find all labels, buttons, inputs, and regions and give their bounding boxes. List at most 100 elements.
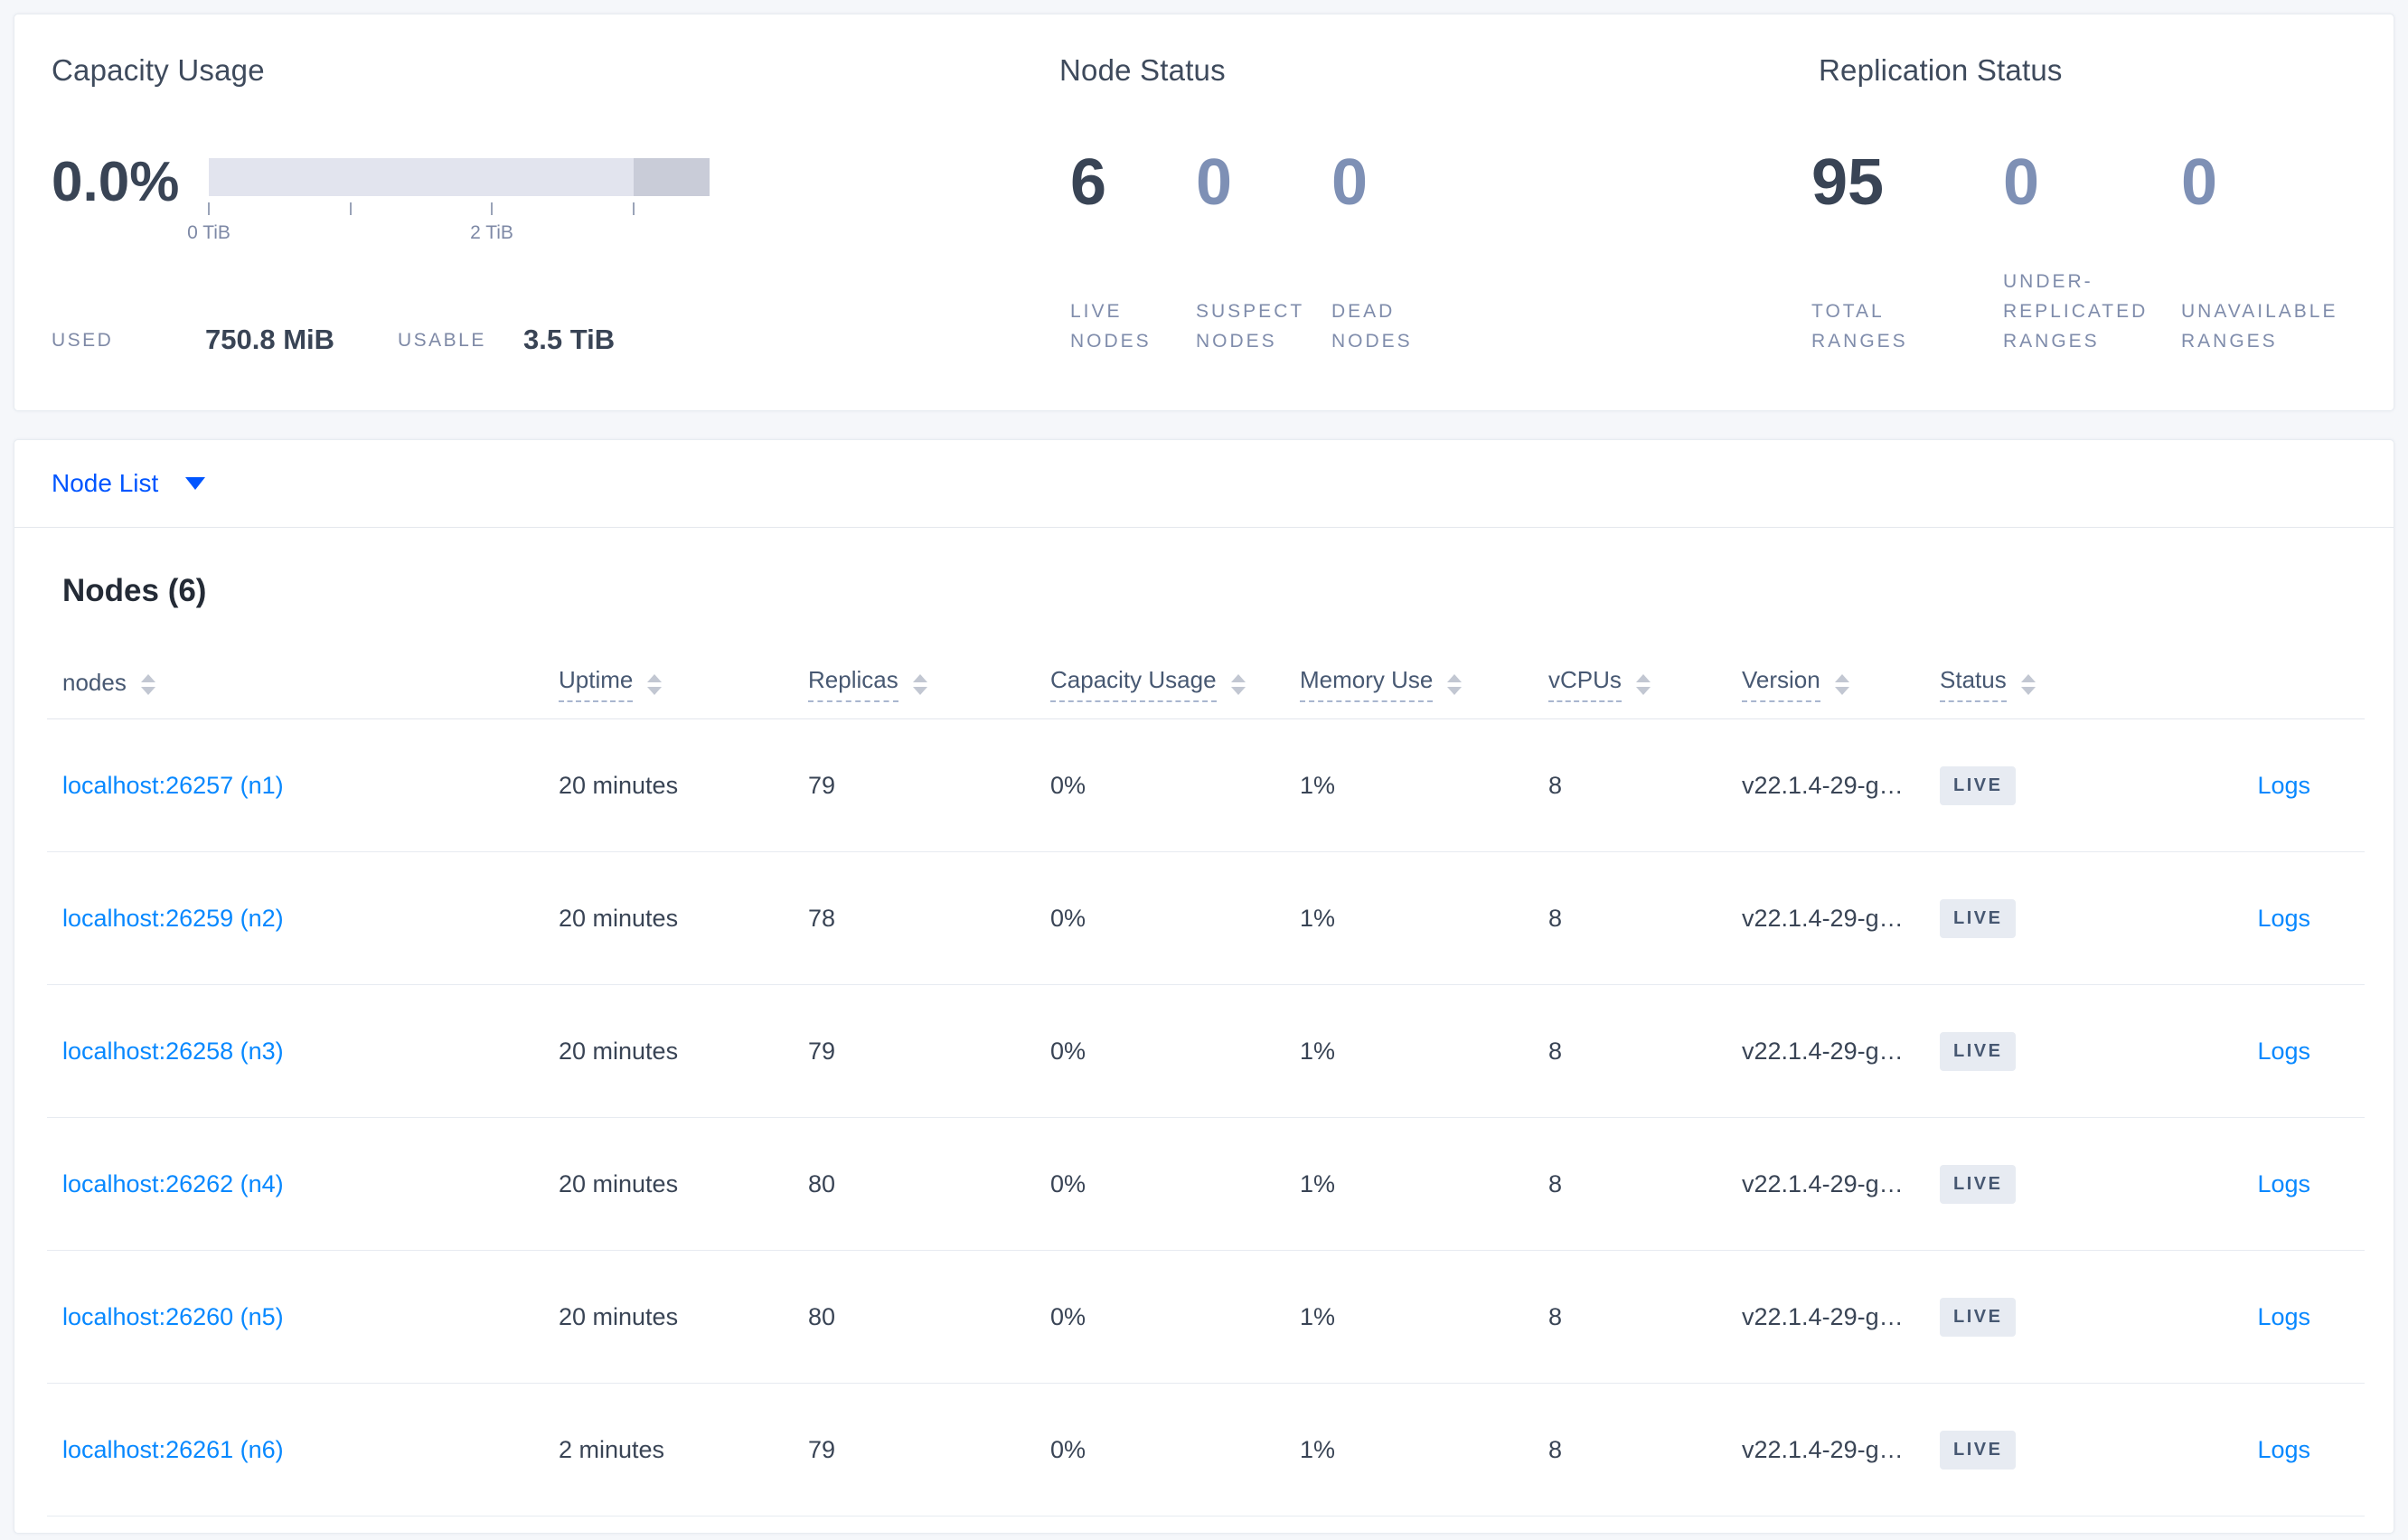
column-header-replicas[interactable]: Replicas — [808, 666, 1050, 702]
memory-cell: 1% — [1300, 771, 1336, 799]
memory-cell: 1% — [1300, 904, 1336, 932]
usable-label: USABLE — [398, 330, 486, 351]
node-link-n4[interactable]: localhost:26262 (n4) — [62, 1170, 284, 1197]
uptime-cell: 20 minutes — [559, 1302, 679, 1330]
status-badge: LIVE — [1940, 1297, 2017, 1337]
capacity-axis-label-0: 0 TiB — [187, 222, 230, 243]
vcpus-cell: 8 — [1548, 904, 1563, 932]
node-list-dropdown-label: Node List — [52, 469, 159, 497]
replicas-cell: 79 — [808, 1435, 836, 1463]
vcpus-cell: 8 — [1548, 771, 1563, 799]
capacity-cell: 0% — [1050, 1169, 1086, 1197]
replicas-cell: 79 — [808, 1037, 836, 1065]
node-link-n5[interactable]: localhost:26260 (n5) — [62, 1303, 284, 1330]
node-list-card: Node List Nodes (6) nodes Uptime Replica… — [14, 439, 2394, 1534]
live-nodes-value: 6 — [1070, 146, 1107, 219]
capacity-usage-title: Capacity Usage — [52, 53, 265, 87]
column-header-status[interactable]: Status — [1940, 666, 2139, 702]
status-badge: LIVE — [1940, 1430, 2017, 1470]
suspect-nodes-value: 0 — [1196, 146, 1233, 219]
logs-link-n6[interactable]: Logs — [2257, 1436, 2310, 1463]
nodes-heading: Nodes (6) — [62, 573, 207, 608]
node-list-dropdown[interactable]: Node List — [52, 469, 206, 498]
column-header-vcpus[interactable]: vCPUs — [1548, 666, 1742, 702]
column-header-uptime[interactable]: Uptime — [559, 666, 808, 702]
logs-link-n3[interactable]: Logs — [2257, 1038, 2310, 1065]
column-header-capacity-usage[interactable]: Capacity Usage — [1050, 666, 1300, 702]
unavailable-ranges-value: 0 — [2181, 146, 2218, 219]
sort-icon — [1447, 673, 1463, 695]
unavailable-ranges-label: UNAVAILABLE RANGES — [2181, 301, 2338, 352]
sort-icon — [1834, 673, 1849, 695]
logs-link-n5[interactable]: Logs — [2257, 1303, 2310, 1330]
node-link-n1[interactable]: localhost:26257 (n1) — [62, 772, 284, 799]
replicas-cell: 80 — [808, 1302, 836, 1330]
status-badge: LIVE — [1940, 898, 2017, 938]
memory-cell: 1% — [1300, 1302, 1336, 1330]
version-cell: v22.1.4-29-g… — [1742, 771, 1904, 799]
sort-icon — [2020, 673, 2036, 695]
version-cell: v22.1.4-29-g… — [1742, 1435, 1904, 1463]
dead-nodes-label: DEAD NODES — [1331, 301, 1413, 352]
table-row-n2: localhost:26259 (n2) 20 minutes 78 0% 1%… — [47, 852, 2365, 985]
uptime-cell: 20 minutes — [559, 1037, 679, 1065]
sort-icon — [140, 673, 155, 695]
capacity-used-percent: 0.0% — [52, 151, 180, 213]
logs-link-n2[interactable]: Logs — [2257, 905, 2310, 932]
chevron-down-icon — [185, 477, 206, 490]
capacity-used-usable-row: USED 750.8 MiB USABLE 3.5 TiB — [14, 313, 828, 356]
uptime-cell: 20 minutes — [559, 904, 679, 932]
table-row-n6: localhost:26261 (n6) 2 minutes 79 0% 1% … — [47, 1384, 2365, 1517]
nodes-table: Nodes (6) nodes Uptime Replicas Capacity… — [47, 573, 2365, 1517]
table-row-n3: localhost:26258 (n3) 20 minutes 79 0% 1%… — [47, 985, 2365, 1118]
uptime-cell: 20 minutes — [559, 1169, 679, 1197]
capacity-cell: 0% — [1050, 1435, 1086, 1463]
status-badge: LIVE — [1940, 1031, 2017, 1071]
memory-cell: 1% — [1300, 1435, 1336, 1463]
version-cell: v22.1.4-29-g… — [1742, 1037, 1904, 1065]
replication-status-title: Replication Status — [1819, 53, 2063, 87]
capacity-axis-tick — [350, 202, 352, 215]
replicas-cell: 79 — [808, 771, 836, 799]
cluster-overview-panel: Capacity Usage Node Status Replication S… — [14, 14, 2394, 411]
status-badge: LIVE — [1940, 765, 2017, 805]
column-header-nodes[interactable]: nodes — [47, 669, 559, 700]
total-ranges-value: 95 — [1811, 146, 1885, 219]
table-row-n5: localhost:26260 (n5) 20 minutes 80 0% 1%… — [47, 1251, 2365, 1384]
used-label: USED — [52, 330, 114, 351]
cluster-overview-page: { "overview": { "capacity": { "title": "… — [0, 0, 2408, 1540]
version-cell: v22.1.4-29-g… — [1742, 1169, 1904, 1197]
node-link-n6[interactable]: localhost:26261 (n6) — [62, 1436, 284, 1463]
suspect-nodes-label: SUSPECT NODES — [1196, 301, 1304, 352]
capacity-cell: 0% — [1050, 771, 1086, 799]
dead-nodes-stat: 0 DEAD NODES — [1331, 150, 1481, 356]
logs-link-n1[interactable]: Logs — [2257, 772, 2310, 799]
vcpus-cell: 8 — [1548, 1435, 1563, 1463]
column-header-memory-use[interactable]: Memory Use — [1300, 666, 1548, 702]
logs-link-n4[interactable]: Logs — [2257, 1170, 2310, 1197]
replicas-cell: 80 — [808, 1169, 836, 1197]
capacity-cell: 0% — [1050, 904, 1086, 932]
memory-cell: 1% — [1300, 1169, 1336, 1197]
sort-icon — [1635, 673, 1651, 695]
live-nodes-label: LIVE NODES — [1070, 301, 1152, 352]
column-header-version[interactable]: Version — [1742, 666, 1940, 702]
table-row-n1: localhost:26257 (n1) 20 minutes 79 0% 1%… — [47, 719, 2365, 852]
total-ranges-stat: 95 TOTAL RANGES — [1811, 150, 1988, 356]
capacity-axis-label-2: 2 TiB — [470, 222, 513, 243]
under-replicated-ranges-label: UNDER-REPLICATED RANGES — [2003, 271, 2149, 352]
status-badge: LIVE — [1940, 1164, 2017, 1204]
under-replicated-ranges-stat: 0 UNDER-REPLICATED RANGES — [2003, 150, 2178, 356]
used-value: 750.8 MiB — [205, 324, 335, 355]
capacity-usage-bar — [209, 158, 710, 196]
nodes-table-header-row: nodes Uptime Replicas Capacity Usage Mem… — [47, 650, 2365, 719]
under-replicated-ranges-value: 0 — [2003, 146, 2040, 219]
node-link-n3[interactable]: localhost:26258 (n3) — [62, 1038, 284, 1065]
usable-value: 3.5 TiB — [523, 324, 616, 355]
version-cell: v22.1.4-29-g… — [1742, 904, 1904, 932]
uptime-cell: 20 minutes — [559, 771, 679, 799]
memory-cell: 1% — [1300, 1037, 1336, 1065]
node-link-n2[interactable]: localhost:26259 (n2) — [62, 905, 284, 932]
node-list-toggle-bar: Node List — [14, 440, 2394, 528]
capacity-bar-reserved-segment — [634, 158, 710, 196]
